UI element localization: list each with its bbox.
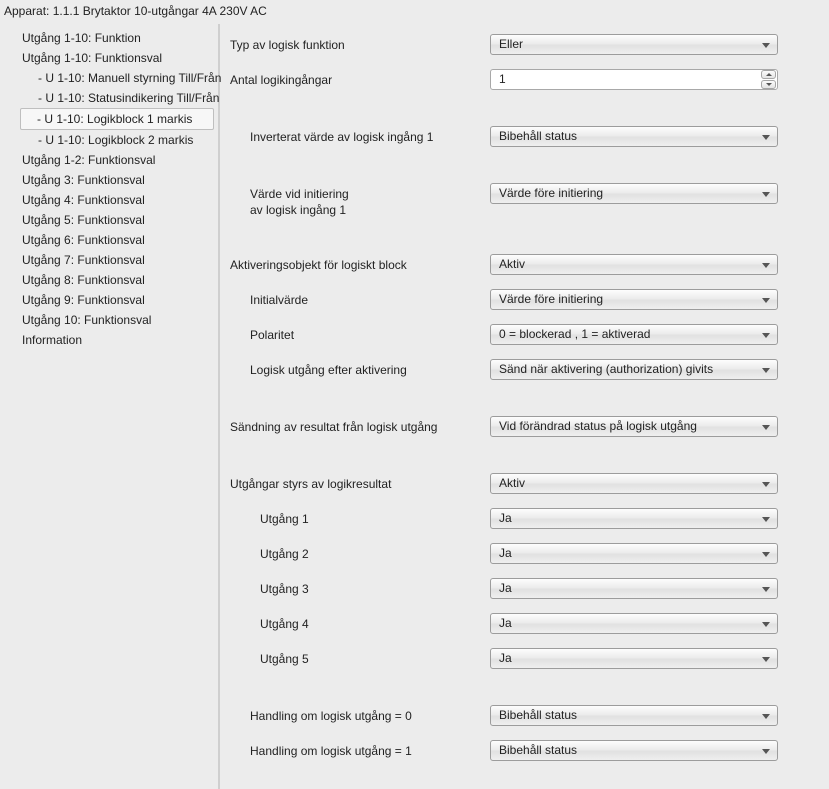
tree-item-utgang-5[interactable]: Utgång 5: Funktionsval <box>0 210 218 230</box>
content-area: Utgång 1-10: Funktion Utgång 1-10: Funkt… <box>0 24 829 789</box>
tree-item-utgang-9[interactable]: Utgång 9: Funktionsval <box>0 290 218 310</box>
label-utgang-4: Utgång 4 <box>230 613 490 632</box>
tree-item-utgang-1-10-funktion[interactable]: Utgång 1-10: Funktion <box>0 28 218 48</box>
dropdown-polaritet[interactable]: 0 = blockerad , 1 = aktiverad <box>490 324 778 345</box>
label-utgang-3: Utgång 3 <box>230 578 490 597</box>
dropdown-handling-0[interactable]: Bibehåll status <box>490 705 778 726</box>
label-antal-logikingangar: Antal logikingångar <box>230 69 490 88</box>
tree-item-statusindikering[interactable]: - U 1-10: Statusindikering Till/Från <box>0 88 218 108</box>
label-sandning-resultat: Sändning av resultat från logisk utgång <box>230 416 490 435</box>
dropdown-utgang-2[interactable]: Ja <box>490 543 778 564</box>
dropdown-typ-logisk-funktion[interactable]: Eller <box>490 34 778 55</box>
tree-item-utgang-8[interactable]: Utgång 8: Funktionsval <box>0 270 218 290</box>
spinner-down-icon[interactable] <box>761 80 776 89</box>
spinner-value: 1 <box>499 72 506 86</box>
tree-item-utgang-1-10-funktionsval[interactable]: Utgång 1-10: Funktionsval <box>0 48 218 68</box>
tree-item-logikblock-1[interactable]: - U 1-10: Logikblock 1 markis <box>20 108 214 130</box>
device-title: Apparat: 1.1.1 Brytaktor 10-utgångar 4A … <box>0 0 829 24</box>
tree-item-information[interactable]: Information <box>0 330 218 350</box>
dropdown-utgang-1[interactable]: Ja <box>490 508 778 529</box>
dropdown-utgang-3[interactable]: Ja <box>490 578 778 599</box>
tree-item-utgang-4[interactable]: Utgång 4: Funktionsval <box>0 190 218 210</box>
spinner-up-icon[interactable] <box>761 70 776 79</box>
dropdown-utgang-5[interactable]: Ja <box>490 648 778 669</box>
dropdown-sandning-resultat[interactable]: Vid förändrad status på logisk utgång <box>490 416 778 437</box>
parameter-tree: Utgång 1-10: Funktion Utgång 1-10: Funkt… <box>0 24 220 789</box>
parameter-panel: Typ av logisk funktion Eller Antal logik… <box>220 24 829 789</box>
tree-item-manuell-styrning[interactable]: - U 1-10: Manuell styrning Till/Från <box>0 68 218 88</box>
label-varde-initiering-ing1: Värde vid initiering av logisk ingång 1 <box>230 183 490 218</box>
dropdown-initialvarde[interactable]: Värde före initiering <box>490 289 778 310</box>
label-inverterat-ing1: Inverterat värde av logisk ingång 1 <box>230 126 490 145</box>
dropdown-handling-1[interactable]: Bibehåll status <box>490 740 778 761</box>
tree-item-utgang-3[interactable]: Utgång 3: Funktionsval <box>0 170 218 190</box>
label-handling-0: Handling om logisk utgång = 0 <box>230 705 490 724</box>
dropdown-aktiveringsobjekt[interactable]: Aktiv <box>490 254 778 275</box>
tree-item-logikblock-2[interactable]: - U 1-10: Logikblock 2 markis <box>0 130 218 150</box>
label-initialvarde: Initialvärde <box>230 289 490 308</box>
label-handling-1: Handling om logisk utgång = 1 <box>230 740 490 759</box>
label-aktiveringsobjekt: Aktiveringsobjekt för logiskt block <box>230 254 490 273</box>
dropdown-logisk-utgang-efter-aktivering[interactable]: Sänd när aktivering (authorization) givi… <box>490 359 778 380</box>
label-polaritet: Polaritet <box>230 324 490 343</box>
tree-item-utgang-6[interactable]: Utgång 6: Funktionsval <box>0 230 218 250</box>
tree-item-utgang-10[interactable]: Utgång 10: Funktionsval <box>0 310 218 330</box>
dropdown-utgangar-styrs[interactable]: Aktiv <box>490 473 778 494</box>
label-utgangar-styrs: Utgångar styrs av logikresultat <box>230 473 490 492</box>
spinner-antal-logikingangar[interactable]: 1 <box>490 69 778 90</box>
label-typ-logisk-funktion: Typ av logisk funktion <box>230 34 490 53</box>
label-utgang-5: Utgång 5 <box>230 648 490 667</box>
label-logisk-utgang-efter-aktivering: Logisk utgång efter aktivering <box>230 359 490 378</box>
tree-item-utgang-7[interactable]: Utgång 7: Funktionsval <box>0 250 218 270</box>
label-utgang-2: Utgång 2 <box>230 543 490 562</box>
label-utgang-1: Utgång 1 <box>230 508 490 527</box>
app-window: Apparat: 1.1.1 Brytaktor 10-utgångar 4A … <box>0 0 829 789</box>
dropdown-utgang-4[interactable]: Ja <box>490 613 778 634</box>
dropdown-varde-initiering-ing1[interactable]: Värde före initiering <box>490 183 778 204</box>
tree-item-utgang-1-2[interactable]: Utgång 1-2: Funktionsval <box>0 150 218 170</box>
dropdown-inverterat-ing1[interactable]: Bibehåll status <box>490 126 778 147</box>
